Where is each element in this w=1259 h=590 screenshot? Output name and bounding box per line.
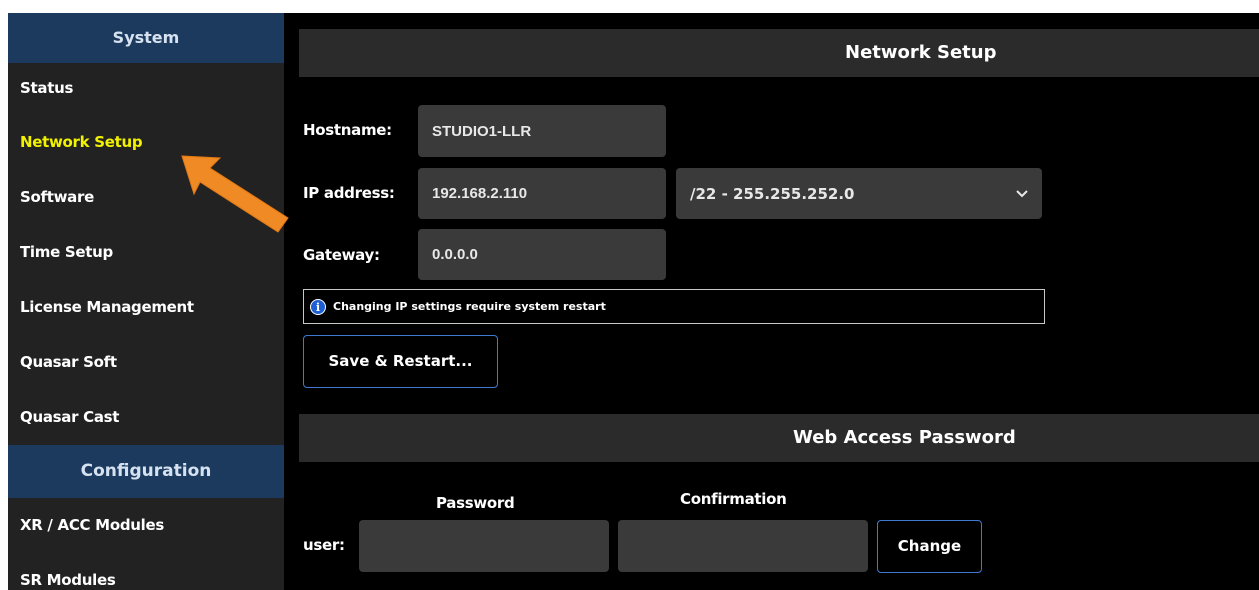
restart-notice: i Changing IP settings require system re…	[303, 289, 1045, 324]
sidebar-item-xr-acc-modules[interactable]: XR / ACC Modules	[8, 498, 284, 553]
gateway-label: Gateway:	[303, 246, 380, 264]
app-window: System Status Network Setup Software Tim…	[0, 0, 1259, 590]
chevron-down-icon	[1016, 189, 1028, 197]
web-access-password-header: Web Access Password	[299, 414, 1259, 462]
password-input[interactable]	[359, 520, 609, 572]
sidebar-item-software[interactable]: Software	[8, 170, 284, 225]
sidebar-header-configuration: Configuration	[8, 445, 284, 498]
confirmation-input[interactable]	[618, 520, 868, 572]
sidebar-item-time-setup[interactable]: Time Setup	[8, 225, 284, 280]
confirmation-column-header: Confirmation	[680, 490, 787, 508]
network-setup-title: Network Setup	[845, 42, 997, 63]
sidebar: System Status Network Setup Software Tim…	[8, 13, 284, 590]
network-setup-header: Network Setup	[299, 29, 1259, 77]
hostname-label: Hostname:	[303, 121, 392, 139]
sidebar-header-system: System	[8, 13, 284, 63]
ip-address-input[interactable]	[418, 168, 666, 219]
info-icon: i	[310, 298, 326, 315]
restart-notice-text: Changing IP settings require system rest…	[333, 300, 606, 313]
gateway-input[interactable]	[418, 229, 666, 280]
ip-address-label: IP address:	[303, 184, 395, 202]
sidebar-item-status[interactable]: Status	[8, 63, 284, 115]
sidebar-item-quasar-soft[interactable]: Quasar Soft	[8, 335, 284, 390]
sidebar-item-license-management[interactable]: License Management	[8, 280, 284, 335]
sidebar-item-quasar-cast[interactable]: Quasar Cast	[8, 390, 284, 445]
user-label: user:	[303, 536, 345, 554]
main-content: Network Setup Hostname: IP address: /22 …	[284, 13, 1259, 590]
hostname-input[interactable]	[418, 105, 666, 157]
web-access-password-title: Web Access Password	[793, 427, 1016, 448]
sidebar-item-sr-modules[interactable]: SR Modules	[8, 553, 284, 590]
subnet-mask-value: /22 - 255.255.252.0	[690, 184, 855, 203]
subnet-mask-select[interactable]: /22 - 255.255.252.0	[676, 168, 1042, 219]
save-restart-button[interactable]: Save & Restart...	[303, 335, 498, 388]
change-password-button[interactable]: Change	[877, 520, 982, 573]
sidebar-item-network-setup[interactable]: Network Setup	[8, 115, 284, 170]
password-column-header: Password	[436, 494, 515, 512]
